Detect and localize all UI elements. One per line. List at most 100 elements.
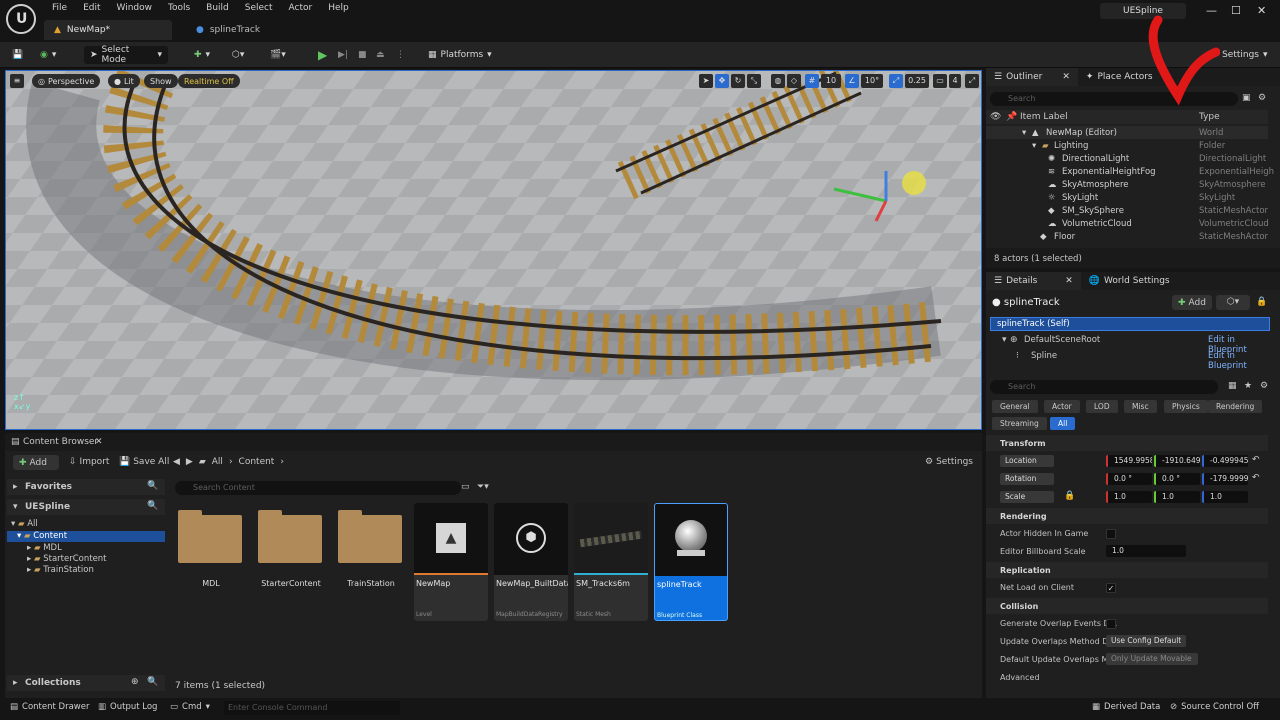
scale-z-field[interactable]: 1.0 <box>1202 491 1248 503</box>
add-component-button[interactable]: ✚ Add <box>1172 295 1212 310</box>
location-z-field[interactable]: -0.499945 <box>1202 455 1248 467</box>
scale-x-field[interactable]: 1.0 <box>1106 491 1152 503</box>
tab-outliner[interactable]: ☰ Outliner ✕ <box>986 68 1078 86</box>
section-rendering[interactable]: Rendering <box>986 508 1268 524</box>
billboard-scale-field[interactable]: 1.0 <box>1106 545 1186 557</box>
world-local-icon[interactable]: ◍ <box>771 74 785 88</box>
rotation-snap-icon[interactable]: ∠ <box>845 74 859 88</box>
select-tool-icon[interactable]: ➤ <box>699 74 713 88</box>
section-collision[interactable]: Collision <box>986 598 1268 614</box>
asset-folder-trainstation[interactable]: TrainStation <box>334 503 406 621</box>
location-x-field[interactable]: 1549.99583 <box>1106 455 1152 467</box>
blueprint-options-dropdown[interactable]: ⬡▾ <box>1216 295 1250 310</box>
content-search-input[interactable]: Search Content <box>175 481 461 495</box>
select-mode-dropdown[interactable]: ➤ Select Mode ▾ <box>84 45 168 65</box>
scale-snap-value[interactable]: 0.25 <box>905 74 929 88</box>
rotation-z-field[interactable]: -179.99999 <box>1202 473 1248 485</box>
tree-row-newmap[interactable]: ▾ ▲ NewMap (Editor) World <box>986 126 1268 139</box>
category-general[interactable]: General <box>992 400 1038 413</box>
level-viewport[interactable]: ≡ ◎ Perspective ● Lit Show Realtime Off … <box>5 70 982 430</box>
derived-data-button[interactable]: ▦ Derived Data <box>1092 702 1160 712</box>
tree-row-skysphere[interactable]: ◆ SM_SkySphere StaticMeshActor <box>986 204 1268 217</box>
actor-hidden-checkbox[interactable] <box>1106 529 1116 539</box>
eject-icon[interactable]: ⏏ <box>370 46 391 64</box>
tree-row-directionallight[interactable]: ✺ DirectionalLight DirectionalLight <box>986 152 1268 165</box>
output-log-button[interactable]: ▥ Output Log <box>98 702 157 712</box>
step-icon[interactable]: ▶| <box>332 46 354 64</box>
asset-sm-tracks6m[interactable]: SM_Tracks6m Static Mesh <box>574 503 648 621</box>
rotation-x-field[interactable]: 0.0 ° <box>1106 473 1152 485</box>
rotation-dropdown[interactable]: Rotation <box>1000 473 1054 485</box>
rotation-y-field[interactable]: 0.0 ° <box>1154 473 1200 485</box>
tree-item-mdl[interactable]: ▸ ▰ MDL <box>27 543 62 553</box>
viewport-menu-icon[interactable]: ≡ <box>10 74 24 88</box>
scale-tool-icon[interactable]: ⤡ <box>747 74 761 88</box>
close-icon[interactable]: ✕ <box>1062 72 1070 82</box>
section-replication[interactable]: Replication <box>986 562 1268 578</box>
menu-window[interactable]: Window <box>109 3 161 17</box>
save-search-icon[interactable]: ▭ <box>461 482 470 492</box>
category-lod[interactable]: LOD <box>1086 400 1118 413</box>
unreal-logo-icon[interactable] <box>6 4 36 34</box>
translate-tool-icon[interactable]: ✥ <box>715 74 729 88</box>
col-type[interactable]: Type <box>1199 112 1220 122</box>
grid-snap-value[interactable]: 10 <box>821 74 841 88</box>
console-input[interactable]: Enter Console Command <box>224 701 400 715</box>
asset-folder-startercontent[interactable]: StarterContent <box>254 503 326 621</box>
asset-splinetrack[interactable]: splineTrack Blueprint Class <box>654 503 728 621</box>
col-item-label[interactable]: Item Label <box>1020 112 1068 122</box>
gear-icon[interactable]: ⚙ <box>1258 93 1266 103</box>
lit-button[interactable]: ● Lit <box>108 74 140 88</box>
scale-dropdown[interactable]: Scale <box>1000 491 1054 503</box>
rotate-tool-icon[interactable]: ↻ <box>731 74 745 88</box>
reset-icon[interactable]: ↶ <box>1252 473 1260 483</box>
maximize-viewport-icon[interactable]: ⤢ <box>965 74 979 88</box>
menu-build[interactable]: Build <box>198 3 237 17</box>
pin-icon[interactable]: 📌 <box>1006 112 1017 122</box>
category-physics[interactable]: Physics <box>1164 400 1208 413</box>
import-button[interactable]: ⇩ Import <box>69 457 109 467</box>
tree-item-startercontent[interactable]: ▸ ▰ StarterContent <box>27 554 107 564</box>
location-dropdown[interactable]: Location <box>1000 455 1054 467</box>
filter-icon[interactable]: ⏷▾ <box>477 482 489 492</box>
tab-world-settings[interactable]: 🌐 World Settings <box>1081 272 1178 290</box>
add-collection-icon[interactable]: ⊕ <box>131 677 139 687</box>
category-all[interactable]: All <box>1050 417 1076 430</box>
asset-newmap-builtdata[interactable]: ⬢ NewMap_BuiltData MapBuildDataRegistry <box>494 503 568 621</box>
perspective-button[interactable]: ◎ Perspective <box>32 74 101 88</box>
cmd-dropdown[interactable]: ▭ Cmd ▾ <box>170 702 210 712</box>
content-drawer-button[interactable]: ▤ Content Drawer <box>10 702 89 712</box>
realtime-badge[interactable]: Realtime Off <box>178 74 240 88</box>
breadcrumb-content[interactable]: Content <box>239 457 275 467</box>
category-actor[interactable]: Actor <box>1044 400 1080 413</box>
category-streaming[interactable]: Streaming <box>992 417 1047 430</box>
cinematics-icon[interactable]: 🎬▾ <box>264 46 292 64</box>
star-icon[interactable]: ★ <box>1244 381 1252 391</box>
back-icon[interactable]: ◀ <box>173 457 180 467</box>
update-method-dropdown[interactable]: Use Config Default <box>1106 635 1186 647</box>
expand-icon[interactable]: ▾ <box>1022 128 1026 138</box>
menu-help[interactable]: Help <box>320 3 357 17</box>
lock-icon[interactable]: 🔒 <box>1256 297 1267 307</box>
tree-row-volumetriccloud[interactable]: ☁ VolumetricCloud VolumetricCloud <box>986 217 1269 230</box>
component-row-spline[interactable]: ⁝ Spline Edit in Blueprint <box>986 350 1270 371</box>
generate-overlap-checkbox[interactable] <box>1106 619 1116 629</box>
menu-file[interactable]: File <box>44 3 75 17</box>
menu-edit[interactable]: Edit <box>75 3 108 17</box>
cb-settings-button[interactable]: ⚙ Settings <box>925 457 973 467</box>
scale-snap-icon[interactable]: ⤢ <box>889 74 903 88</box>
collections-header[interactable]: ▸ Collections ⊕ 🔍 <box>7 675 165 691</box>
default-update-dropdown[interactable]: Only Update Movable <box>1106 653 1198 665</box>
rotation-snap-value[interactable]: 10° <box>861 74 883 88</box>
category-rendering[interactable]: Rendering <box>1208 400 1263 413</box>
blueprint-menu-icon[interactable]: ⬡▾ <box>226 46 250 64</box>
expand-icon[interactable]: ▾ <box>1032 141 1036 151</box>
category-misc[interactable]: Misc <box>1124 400 1157 413</box>
menu-tools[interactable]: Tools <box>160 3 198 17</box>
add-button[interactable]: ✚ Add <box>13 455 59 470</box>
project-header[interactable]: ▾ UESpline 🔍 <box>7 499 165 515</box>
section-transform[interactable]: Transform <box>986 435 1268 451</box>
asset-newmap[interactable]: ▲ NewMap Level <box>414 503 488 621</box>
add-folder-icon[interactable]: ▣ <box>1242 93 1251 103</box>
breadcrumb-all[interactable]: All <box>212 457 223 467</box>
